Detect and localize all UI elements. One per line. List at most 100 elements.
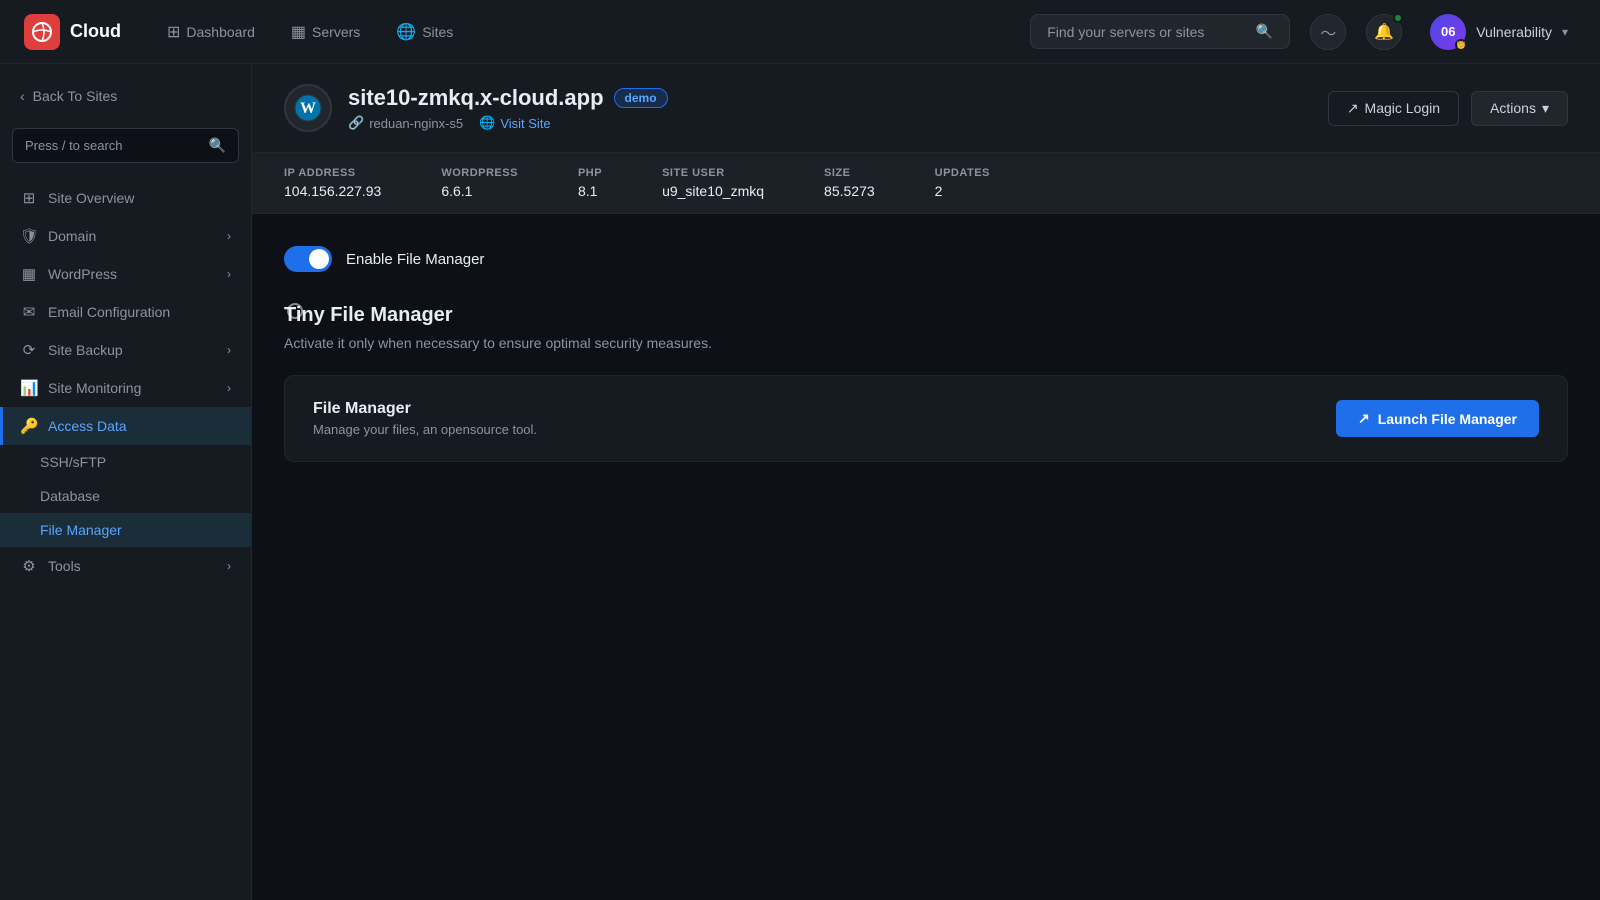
ip-address-label: IP ADDRESS [284,167,381,179]
sidebar-item-domain[interactable]: 🛡 Domain › [0,217,251,255]
file-manager-sub-label: File Manager [40,522,122,538]
visit-site-link[interactable]: Visit Site [500,116,550,131]
info-ip-address: IP ADDRESS 104.156.227.93 [284,167,381,199]
nav-sites-label: Sites [422,24,453,40]
sidebar-search[interactable]: Press / to search 🔍 [12,128,239,163]
updates-label: UPDATES [935,167,990,179]
actions-button[interactable]: Actions ▾ [1471,91,1568,126]
monitoring-icon: 📊 [20,379,38,397]
nav-dashboard[interactable]: ⊞ Dashboard [153,14,269,50]
site-user-label: SITE USER [662,167,764,179]
sidebar-item-site-overview[interactable]: ⊞ Site Overview [0,179,251,217]
site-header-left: W site10-zmkq.x-cloud.app demo 🔗 reduan-… [284,84,668,132]
sidebar-item-monitoring[interactable]: 📊 Site Monitoring › [0,369,251,407]
magic-login-button[interactable]: ↗ Magic Login [1328,91,1459,126]
site-header-actions: ↗ Magic Login Actions ▾ [1328,91,1568,126]
section-desc: Activate it only when necessary to ensur… [284,335,1568,351]
monitoring-chevron: › [227,381,231,395]
site-visit-meta[interactable]: 🌐 Visit Site [479,115,551,131]
dashboard-icon: ⊞ [167,22,180,42]
sidebar-sub-item-ssh[interactable]: SSH/sFTP [0,445,251,479]
back-to-sites[interactable]: ‹ Back To Sites [0,80,251,112]
crown-badge: 👑 [1455,39,1467,51]
sidebar-item-wordpress[interactable]: ▦ WordPress › [0,255,251,293]
tools-icon: ⚙ [20,557,38,575]
wordpress-label: WORDPRESS [441,167,518,179]
wordpress-logo: W [284,84,332,132]
back-icon: ‹ [20,88,25,104]
activity-btn[interactable]: 〜 [1310,14,1346,50]
notification-badge [1393,13,1403,23]
sidebar-search-placeholder: Press / to search [25,138,123,153]
search-icon: 🔍 [1256,23,1273,40]
activity-icon: 〜 [1320,20,1336,44]
logo-text: Cloud [70,21,121,42]
enable-file-manager-toggle[interactable] [284,246,332,272]
file-manager-card: File Manager Manage your files, an opens… [284,375,1568,462]
info-size: SIZE 85.5273 [824,167,875,199]
main-layout: ‹ Back To Sites Press / to search 🔍 ⊞ Si… [0,64,1600,900]
topnav-right: Find your servers or sites 🔍 〜 🔔 06 👑 Vu… [1030,10,1576,54]
size-value: 85.5273 [824,183,875,199]
sidebar-item-tools[interactable]: ⚙ Tools › [0,547,251,585]
launch-file-manager-button[interactable]: ↗ Launch File Manager [1336,400,1539,437]
logo[interactable]: Cloud [24,14,121,50]
top-navigation: Cloud ⊞ Dashboard ▦ Servers 🌐 Sites Find… [0,0,1600,64]
globe-icon: 🌐 [479,115,495,131]
toggle-label: Enable File Manager [346,251,484,268]
sidebar-item-email[interactable]: ✉ Email Configuration [0,293,251,331]
sidebar-item-backup[interactable]: ⟳ Site Backup › [0,331,251,369]
site-demo-badge: demo [614,88,668,108]
site-title-group: site10-zmkq.x-cloud.app demo 🔗 reduan-ng… [348,85,668,131]
nav-servers[interactable]: ▦ Servers [277,14,374,50]
card-title: File Manager [313,400,537,418]
sidebar-label-wordpress: WordPress [48,266,217,282]
user-menu[interactable]: 06 👑 Vulnerability ▾ [1422,10,1576,54]
access-data-icon: 🔑 [20,417,38,435]
sidebar-label-domain: Domain [48,228,217,244]
content-body: Enable File Manager Tiny File Manager Ac… [252,214,1600,494]
user-menu-chevron: ▾ [1562,25,1568,39]
nav-dashboard-label: Dashboard [186,24,255,40]
launch-icon: ↗ [1358,410,1370,427]
global-search[interactable]: Find your servers or sites 🔍 [1030,14,1290,49]
section-title: Tiny File Manager [284,304,1568,327]
sidebar-search-icon: 🔍 [209,137,226,154]
ip-address-value: 104.156.227.93 [284,183,381,199]
size-label: SIZE [824,167,875,179]
nav-servers-label: Servers [312,24,360,40]
main-content: W site10-zmkq.x-cloud.app demo 🔗 reduan-… [252,64,1600,900]
wordpress-chevron: › [227,267,231,281]
svg-text:W: W [300,100,316,117]
sidebar-item-access-data[interactable]: 🔑 Access Data [0,407,251,445]
sidebar-sub-item-database[interactable]: Database [0,479,251,513]
magic-login-icon: ↗ [1347,100,1359,117]
site-title-row: site10-zmkq.x-cloud.app demo [348,85,668,111]
launch-label: Launch File Manager [1378,411,1517,427]
info-site-user: SITE USER u9_site10_zmkq [662,167,764,199]
server-icon: 🔗 [348,115,364,131]
sidebar-label-monitoring: Site Monitoring [48,380,217,396]
updates-value: 2 [935,183,990,199]
sidebar-sub-item-file-manager[interactable]: File Manager [0,513,251,547]
domain-chevron: › [227,229,231,243]
info-wordpress: WORDPRESS 6.6.1 [441,167,518,199]
wordpress-icon: ▦ [20,265,38,283]
sites-icon: 🌐 [396,22,416,42]
card-info: File Manager Manage your files, an opens… [313,400,537,437]
bell-icon: 🔔 [1374,22,1394,42]
enable-file-manager-row: Enable File Manager [284,246,1568,272]
backup-icon: ⟳ [20,341,38,359]
notifications-btn[interactable]: 🔔 [1366,14,1402,50]
servers-icon: ▦ [291,22,306,42]
sidebar-label-email: Email Configuration [48,304,231,320]
user-initials: 06 [1441,24,1455,39]
magic-login-label: Magic Login [1365,100,1441,116]
site-header: W site10-zmkq.x-cloud.app demo 🔗 reduan-… [252,64,1600,153]
back-label: Back To Sites [33,88,118,104]
site-meta: 🔗 reduan-nginx-s5 🌐 Visit Site [348,115,668,131]
nav-sites[interactable]: 🌐 Sites [382,14,467,50]
info-updates: UPDATES 2 [935,167,990,199]
tools-chevron: › [227,559,231,573]
php-value: 8.1 [578,183,602,199]
